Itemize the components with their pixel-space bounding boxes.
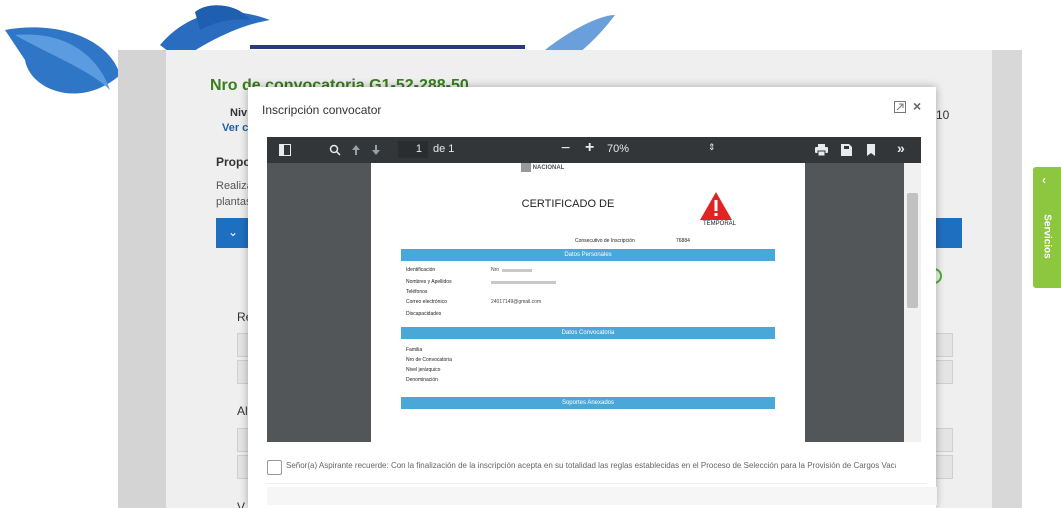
pdf-page: NACIONAL CERTIFICADO DE TEMPORAL Consecu… — [371, 163, 805, 442]
consecutivo-label: Consecutivo de Inscripción — [575, 238, 635, 244]
more-tools-icon[interactable]: » — [897, 140, 905, 156]
consecutivo-value: 76884 — [676, 238, 690, 244]
redacted-area — [491, 281, 556, 284]
bg-v-heading: V — [237, 500, 246, 508]
bg-number: 10 — [936, 108, 950, 122]
accept-terms-checkbox[interactable] — [267, 460, 282, 475]
zoom-out-icon[interactable]: − — [561, 140, 570, 158]
pdf-scrollbar[interactable] — [904, 163, 921, 442]
background-left-gutter — [118, 50, 166, 508]
section-datos-personales: Datos Personales — [401, 249, 775, 261]
bg-table-cell — [933, 455, 953, 479]
bg-table-cell — [933, 333, 953, 357]
field-label: Familia — [406, 347, 423, 353]
servicios-tab[interactable]: ‹ Servicios — [1033, 167, 1061, 288]
pdf-toolbar: 1 de 1 − + 70% ⇕ » — [267, 137, 921, 163]
chevron-updown-icon: ⇕ — [708, 142, 716, 152]
redacted-area — [382, 99, 466, 119]
expand-icon[interactable] — [894, 101, 906, 113]
section-datos-convocatoria: Datos Convocatoria — [401, 327, 775, 339]
servicios-label: Servicios — [1041, 214, 1053, 259]
emblem-icon — [521, 163, 531, 172]
field-label: Teléfonos — [406, 289, 428, 295]
modal-title: Inscripción convocatoria — [262, 103, 391, 117]
zoom-in-icon[interactable]: + — [585, 139, 594, 157]
page-number-input[interactable]: 1 — [398, 141, 428, 158]
scrollbar-thumb[interactable] — [907, 193, 918, 308]
bg-table-cell — [933, 428, 953, 452]
chevron-left-icon: ‹ — [1042, 173, 1046, 187]
redacted-area — [502, 269, 532, 272]
chevron-down-icon: ⌄ — [228, 225, 239, 239]
field-label: Correo electrónico — [406, 299, 447, 305]
ver-link[interactable]: Ver c — [222, 122, 248, 134]
field-label: Identificación — [406, 267, 436, 273]
redacted-area — [267, 487, 937, 505]
field-value: Nro — [491, 267, 500, 273]
field-label: Nro de Convocatoria — [406, 357, 452, 363]
previous-page-icon[interactable] — [351, 144, 361, 156]
inscripcion-modal: Inscripción convocatoria × 1 de 1 − + 70… — [248, 87, 937, 508]
pdf-canvas: NACIONAL CERTIFICADO DE TEMPORAL Consecu… — [267, 163, 921, 442]
certificate-title: CERTIFICADO DE — [521, 198, 615, 210]
bg-table-cell — [933, 360, 953, 384]
divider — [267, 483, 927, 484]
pdf-viewer[interactable]: 1 de 1 − + 70% ⇕ » NACIONAL CERTIFICADO … — [267, 137, 921, 442]
search-icon[interactable] — [329, 144, 341, 156]
field-value: 24017149@gmail.com — [491, 299, 542, 305]
doc-logo: NACIONAL — [521, 163, 601, 175]
warning-icon — [700, 192, 732, 220]
background-right-gutter — [992, 50, 1022, 508]
field-label: Nombres y Apellidos — [406, 279, 452, 285]
bookmark-icon[interactable] — [867, 144, 875, 156]
terms-notice: Señor(a) Aspirante recuerde: Con la fina… — [286, 461, 896, 470]
zoom-select[interactable]: 70% — [607, 143, 629, 155]
close-icon[interactable]: × — [913, 98, 921, 114]
nivel-label: Niv — [230, 107, 248, 119]
print-icon[interactable] — [815, 144, 828, 156]
temporal-label: TEMPORAL — [703, 221, 737, 227]
field-label: Discapacidades — [406, 311, 442, 317]
page-total: de 1 — [433, 143, 455, 155]
field-label: Denominación — [406, 377, 438, 383]
modal-header: Inscripción convocatoria × — [248, 87, 936, 131]
field-label: Nivel jerárquico — [406, 367, 441, 373]
next-page-icon[interactable] — [371, 144, 381, 156]
sidebar-toggle-icon[interactable] — [279, 144, 291, 156]
download-icon[interactable] — [841, 144, 852, 156]
section-soportes-anexados: Soportes Anexados — [401, 397, 775, 409]
